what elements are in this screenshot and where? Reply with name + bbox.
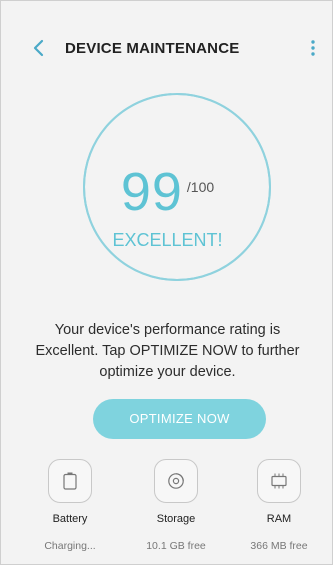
battery-status: Charging... [44, 540, 96, 552]
ram-chip-icon [271, 473, 287, 489]
battery-icon-box [48, 459, 92, 503]
battery-label: Battery [52, 513, 88, 525]
storage-tile[interactable]: Storage 10.1 GB free [131, 459, 221, 552]
storage-icon-box [154, 459, 198, 503]
battery-tile[interactable]: Battery Charging... [25, 459, 115, 552]
optimize-now-button[interactable]: OPTIMIZE NOW [93, 399, 266, 439]
storage-status: 10.1 GB free [146, 540, 206, 552]
app-screen: DEVICE MAINTENANCE 99/100 EXCELLENT! You… [0, 0, 333, 565]
ram-tile[interactable]: RAM 366 MB free [234, 459, 324, 552]
score-value: 99 [120, 162, 183, 222]
score-display: 99/100 [1, 161, 333, 223]
ram-status: 366 MB free [250, 540, 308, 552]
ram-icon-box [257, 459, 301, 503]
performance-description: Your device's performance rating is Exce… [35, 322, 300, 380]
score-max: /100 [186, 179, 215, 195]
score-rating: EXCELLENT! [112, 230, 223, 250]
battery-icon [63, 472, 77, 490]
storage-icon [168, 473, 184, 489]
storage-label: Storage [156, 513, 196, 525]
ram-label: RAM [266, 513, 292, 525]
